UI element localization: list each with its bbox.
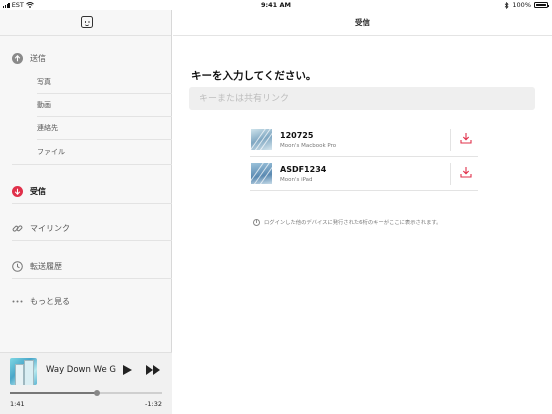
fast-forward-icon[interactable] bbox=[146, 365, 162, 375]
device-thumbnail bbox=[251, 163, 272, 184]
album-art[interactable] bbox=[10, 358, 37, 385]
sidebar-item-label: マイリンク bbox=[30, 223, 70, 233]
status-bar: EST 9:41 AM 100% bbox=[0, 0, 552, 10]
sidebar-item-label: もっと見る bbox=[30, 296, 70, 306]
sidebar-subitem-contacts[interactable]: 連絡先 bbox=[37, 117, 172, 140]
more-dots-icon bbox=[12, 296, 23, 307]
sidebar-subitem-label: 連絡先 bbox=[37, 124, 58, 132]
remaining-time: -1:32 bbox=[145, 400, 162, 408]
download-icon[interactable] bbox=[460, 132, 472, 144]
key-input[interactable] bbox=[189, 87, 535, 110]
app-logo-icon[interactable] bbox=[81, 16, 93, 28]
device-key: 120725 bbox=[280, 131, 314, 140]
sidebar-divider bbox=[12, 240, 172, 241]
device-key: ASDF1234 bbox=[280, 165, 327, 174]
sidebar-divider bbox=[12, 203, 172, 204]
progress-fill bbox=[10, 392, 97, 394]
status-time: 9:41 AM bbox=[261, 1, 291, 9]
sidebar-item-more[interactable]: もっと見る bbox=[0, 289, 172, 313]
download-icon[interactable] bbox=[460, 166, 472, 178]
mini-player[interactable]: Way Down We Go 1:41 -1:32 bbox=[0, 352, 172, 414]
link-icon bbox=[12, 223, 23, 234]
enter-key-heading: キーを入力してください。 bbox=[191, 70, 317, 82]
sidebar-subitem-videos[interactable]: 動画 bbox=[37, 94, 172, 117]
sidebar-subitem-photos[interactable]: 写真 bbox=[37, 71, 172, 94]
device-key-row[interactable]: 120725 Moon's Macbook Pro bbox=[250, 123, 478, 157]
progress-knob[interactable] bbox=[93, 389, 100, 396]
device-thumbnail bbox=[251, 129, 272, 150]
elapsed-time: 1:41 bbox=[10, 400, 25, 408]
sidebar: 送信 写真 動画 連絡先 ファイル 受信 マイリンク 転送履歴 もっと見る Wa… bbox=[0, 10, 172, 414]
device-name: Moon's iPad bbox=[280, 177, 313, 183]
sidebar-subitem-label: 写真 bbox=[37, 78, 51, 86]
download-circle-icon bbox=[12, 185, 23, 197]
sidebar-subitem-label: ファイル bbox=[37, 147, 65, 156]
sidebar-item-label: 転送履歴 bbox=[30, 261, 62, 271]
clock-icon bbox=[12, 260, 23, 272]
sidebar-divider bbox=[12, 164, 172, 165]
info-icon: i bbox=[253, 218, 260, 226]
upload-icon bbox=[12, 52, 23, 64]
status-right: 100% bbox=[504, 1, 549, 9]
sidebar-item-label: 受信 bbox=[30, 186, 46, 196]
page-title: 受信 bbox=[173, 10, 552, 36]
device-key-row[interactable]: ASDF1234 Moon's iPad bbox=[250, 157, 478, 191]
sidebar-divider bbox=[12, 278, 172, 279]
info-note: i ログインした他のデバイスに発行された6桁のキーがここに表示されます。 bbox=[253, 218, 441, 226]
track-title: Way Down We Go bbox=[46, 365, 116, 375]
sidebar-item-history[interactable]: 転送履歴 bbox=[0, 254, 172, 278]
playback-progress[interactable] bbox=[10, 389, 162, 396]
sidebar-header bbox=[0, 10, 171, 36]
sidebar-item-label: 送信 bbox=[30, 53, 46, 63]
play-icon[interactable] bbox=[123, 365, 132, 375]
battery-percent: 100% bbox=[512, 1, 531, 9]
sidebar-item-receive[interactable]: 受信 bbox=[0, 179, 172, 203]
battery-icon bbox=[534, 2, 549, 8]
row-separator bbox=[450, 163, 451, 185]
info-text: ログインした他のデバイスに発行された6桁のキーがここに表示されます。 bbox=[264, 220, 442, 226]
device-name: Moon's Macbook Pro bbox=[280, 143, 337, 149]
sidebar-subitem-label: 動画 bbox=[37, 101, 51, 109]
sidebar-subitem-files[interactable]: ファイル bbox=[37, 140, 172, 163]
main-panel: 受信 キーを入力してください。 120725 Moon's Macbook Pr… bbox=[173, 10, 552, 414]
sidebar-item-mylinks[interactable]: マイリンク bbox=[0, 216, 172, 240]
row-separator bbox=[450, 129, 451, 151]
sidebar-item-send[interactable]: 送信 bbox=[0, 46, 172, 70]
bluetooth-icon bbox=[505, 1, 509, 9]
